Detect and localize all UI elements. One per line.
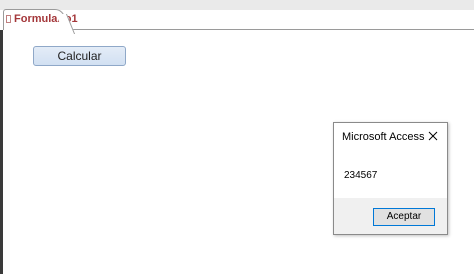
ok-button[interactable]: Aceptar <box>373 208 435 226</box>
navigation-pane-edge <box>0 30 3 274</box>
top-band <box>0 0 474 10</box>
dialog-message: 234567 <box>344 170 378 181</box>
message-dialog: Microsoft Access 234567 Aceptar <box>333 122 448 235</box>
tab-formulario1[interactable]: Formulario1 <box>3 9 78 30</box>
calcular-button[interactable]: Calcular <box>33 46 126 66</box>
dialog-title: Microsoft Access <box>342 131 425 143</box>
close-icon[interactable] <box>425 128 441 144</box>
tab-label: Formulario1 <box>14 13 78 25</box>
tab-bar-divider <box>70 29 474 30</box>
form-icon <box>6 15 11 23</box>
